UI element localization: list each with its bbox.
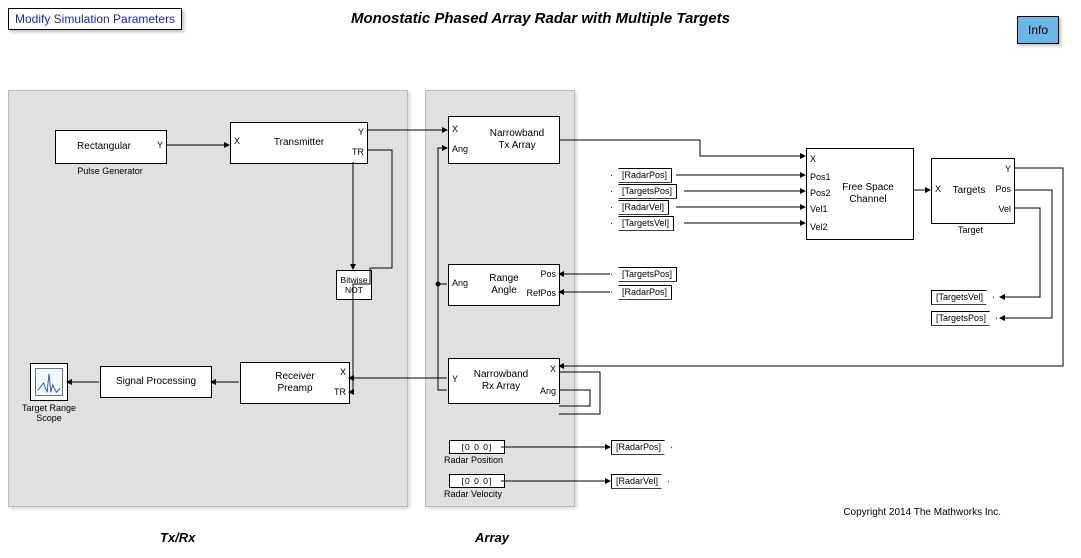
goto-targetspos[interactable]: [TargetsPos] xyxy=(931,311,997,326)
block-target-range-scope[interactable] xyxy=(30,363,68,401)
block-receiver-preamp[interactable]: X TR Receiver Preamp xyxy=(240,362,350,404)
group-label-txrx: Tx/Rx xyxy=(160,530,195,545)
port-rectangular-y: Y xyxy=(157,141,163,150)
label-radar-velocity: Radar Velocity xyxy=(444,489,502,499)
port-transmitter-y: Y xyxy=(358,128,364,137)
block-rectangular[interactable]: Y Rectangular xyxy=(55,130,167,164)
block-free-space-channel[interactable]: X Pos1 Pos2 Vel1 Vel2 Free Space Channel xyxy=(806,148,914,240)
port-targets-vel: Vel xyxy=(998,205,1011,214)
label-radar-position: Radar Position xyxy=(444,455,503,465)
group-label-array: Array xyxy=(475,530,509,545)
block-radar-velocity-const[interactable]: [0 0 0] xyxy=(449,474,505,488)
from-radarvel-fsc[interactable]: [RadarVel] xyxy=(611,200,669,215)
goto-radarpos[interactable]: [RadarPos] xyxy=(611,440,672,455)
info-button[interactable]: Info xyxy=(1017,16,1059,44)
port-targets-x: X xyxy=(935,185,941,194)
label-pulse-generator: Pulse Generator xyxy=(70,166,150,176)
port-fsc-vel1: Vel1 xyxy=(810,205,828,214)
block-signal-processing[interactable]: Signal Processing xyxy=(100,366,212,398)
block-transmitter[interactable]: X Y TR Transmitter xyxy=(230,122,368,164)
port-fsc-vel2: Vel2 xyxy=(810,223,828,232)
scope-display-icon xyxy=(35,368,63,396)
port-ra-pos: Pos xyxy=(540,270,556,279)
port-targets-y: Y xyxy=(1005,165,1011,174)
port-fsc-pos2: Pos2 xyxy=(810,189,831,198)
block-narrowband-rx-array[interactable]: Y X Ang Narrowband Rx Array xyxy=(448,358,560,404)
block-narrowband-tx-array[interactable]: X Ang Narrowband Tx Array xyxy=(448,116,560,164)
block-range-angle[interactable]: Ang Pos RefPos Range Angle xyxy=(448,264,560,306)
port-receiver-tr: TR xyxy=(334,388,346,397)
port-targets-pos: Pos xyxy=(995,185,1011,194)
port-nbrx-x: X xyxy=(550,365,556,374)
block-radar-position-const[interactable]: [0 0 0] xyxy=(449,440,505,454)
from-radarpos-ra[interactable]: [RadarPos] xyxy=(611,285,672,300)
port-nbtx-ang: Ang xyxy=(452,145,468,154)
port-receiver-x: X xyxy=(340,368,346,377)
from-targetspos-ra[interactable]: [TargetsPos] xyxy=(611,267,677,282)
goto-radarvel[interactable]: [RadarVel] xyxy=(611,474,669,489)
port-ra-refpos: RefPos xyxy=(526,289,556,298)
from-targetspos-fsc[interactable]: [TargetsPos] xyxy=(611,184,677,199)
port-fsc-pos1: Pos1 xyxy=(810,173,831,182)
port-nbtx-x: X xyxy=(452,125,458,134)
port-nbrx-ang: Ang xyxy=(540,387,556,396)
port-fsc-x: X xyxy=(810,155,816,164)
label-target-range-scope: Target Range Scope xyxy=(14,403,84,423)
port-nbrx-y: Y xyxy=(452,375,458,384)
from-targetsvel-fsc[interactable]: [TargetsVel] xyxy=(611,216,674,231)
port-ra-ang: Ang xyxy=(452,279,468,288)
modify-simulation-parameters-button[interactable]: Modify Simulation Parameters xyxy=(8,8,182,30)
from-radarpos-fsc[interactable]: [RadarPos] xyxy=(611,168,672,183)
block-targets[interactable]: X Y Pos Vel Targets xyxy=(931,158,1015,224)
goto-targetsvel[interactable]: [TargetsVel] xyxy=(931,290,994,305)
port-transmitter-x: X xyxy=(234,137,240,146)
port-transmitter-tr: TR xyxy=(352,148,364,157)
copyright-text: Copyright 2014 The Mathworks Inc. xyxy=(843,507,1001,518)
block-bitwise-not[interactable]: Bitwise NOT xyxy=(336,270,372,300)
label-target: Target xyxy=(958,225,983,235)
